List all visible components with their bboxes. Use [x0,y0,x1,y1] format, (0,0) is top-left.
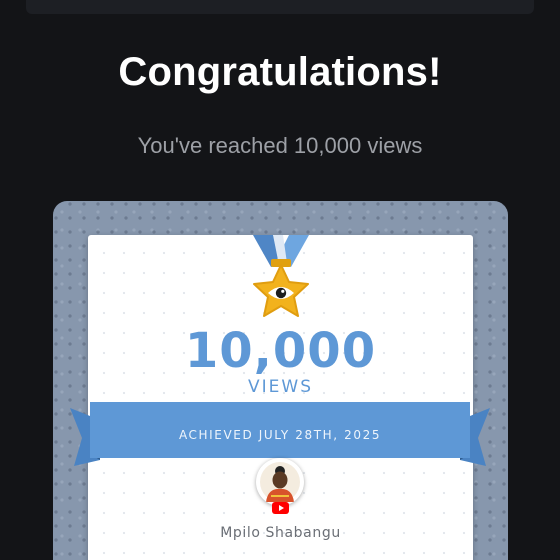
top-bar [26,0,534,14]
eye-star-medal-icon [253,235,309,317]
youtube-icon [272,502,289,514]
achieved-date: ACHIEVED JULY 28TH, 2025 [178,428,382,442]
creator-name: Mpilo Shabangu [220,525,341,541]
congratulations-heading: Congratulations! [118,50,442,94]
milestone-unit: VIEWS [248,377,313,397]
milestone-screen: Congratulations! You've reached 10,000 v… [0,0,560,560]
milestone-number: 10,000 [184,323,377,379]
milestone-subtitle: You've reached 10,000 views [137,133,423,158]
creator-avatar [256,458,304,506]
